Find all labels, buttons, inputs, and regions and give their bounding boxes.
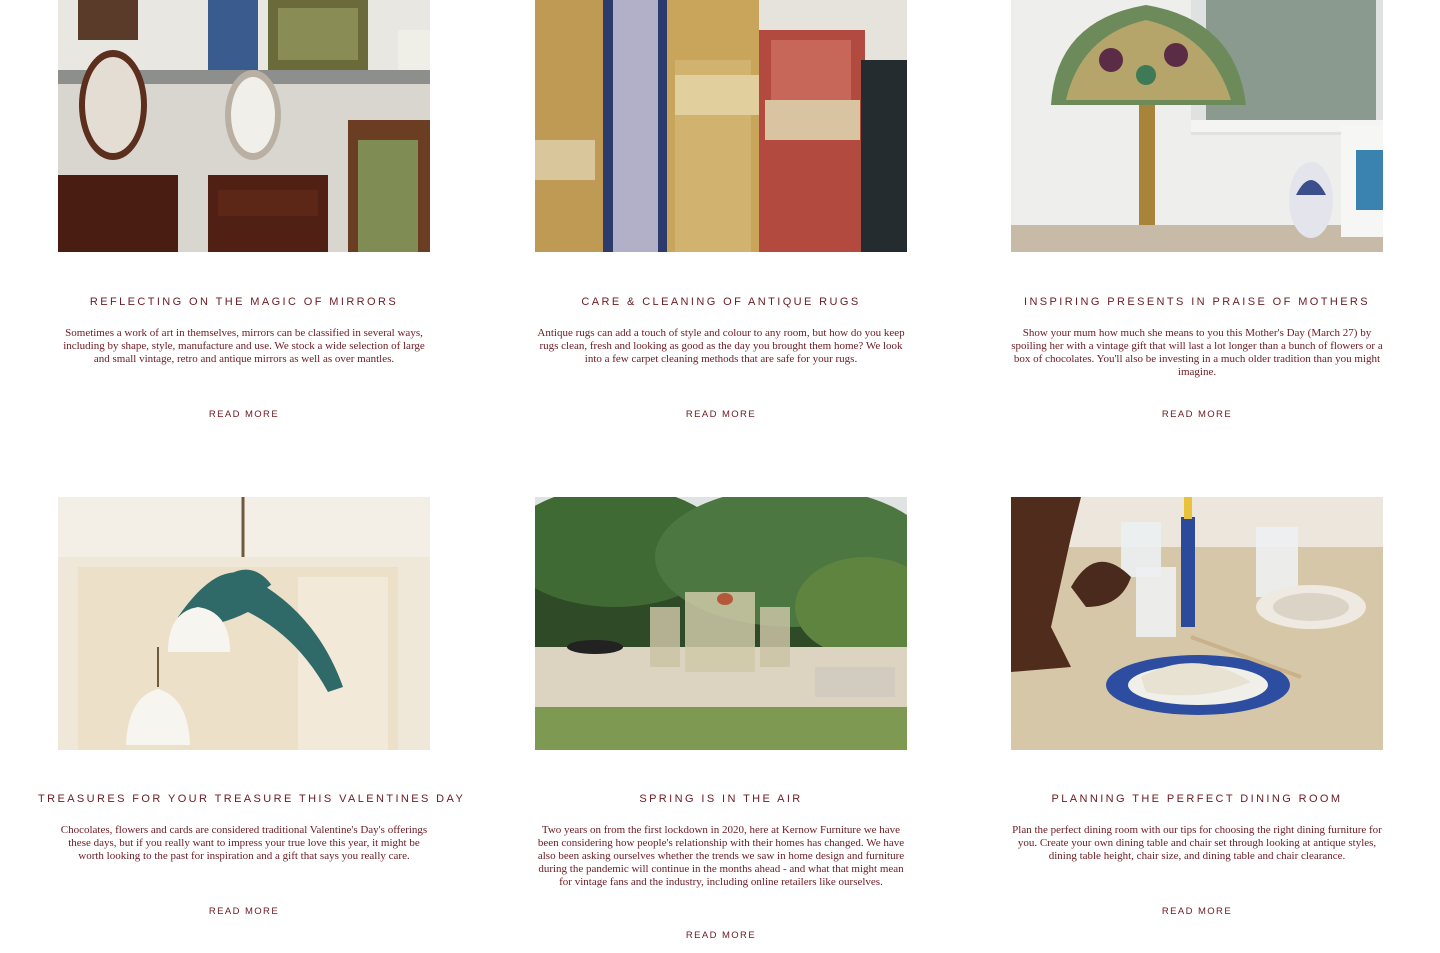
post-excerpt: Sometimes a work of art in themselves, m… — [63, 327, 425, 365]
post-title[interactable]: Treasures for your treasure this Valenti… — [38, 793, 463, 805]
post-excerpt: Chocolates, flowers and cards are consid… — [60, 824, 428, 862]
post-excerpt: Two years on from the first lockdown in … — [537, 824, 905, 888]
post-title[interactable]: Care & cleaning of antique rugs — [515, 296, 927, 308]
read-more-link[interactable]: Read More — [1011, 906, 1383, 917]
post-image-mirrors[interactable] — [58, 0, 430, 252]
read-more-link[interactable]: Read More — [535, 930, 907, 941]
read-more-link[interactable]: Read More — [535, 409, 907, 420]
post-title[interactable]: Inspiring presents in praise of mothers — [991, 296, 1403, 308]
post-image-cherub-light[interactable] — [58, 497, 430, 750]
post-title[interactable]: Reflecting on the magic of mirrors — [38, 296, 450, 308]
post-excerpt: Show your mum how much she means to you … — [1011, 327, 1383, 378]
read-more-link[interactable]: Read More — [58, 409, 430, 420]
post-image-garden[interactable] — [535, 497, 907, 750]
post-title[interactable]: Planning the perfect dining room — [991, 793, 1403, 805]
post-excerpt: Plan the perfect dining room with our ti… — [1012, 824, 1382, 862]
post-image-lamp[interactable] — [1011, 0, 1383, 252]
read-more-link[interactable]: Read More — [58, 906, 430, 917]
post-excerpt: Antique rugs can add a touch of style an… — [537, 327, 905, 365]
post-image-dining[interactable] — [1011, 497, 1383, 750]
post-image-rugs[interactable] — [535, 0, 907, 252]
post-title[interactable]: Spring is in the air — [515, 793, 927, 805]
blog-post-grid: Reflecting on the magic of mirrors Somet… — [0, 0, 1440, 953]
read-more-link[interactable]: Read More — [1011, 409, 1383, 420]
